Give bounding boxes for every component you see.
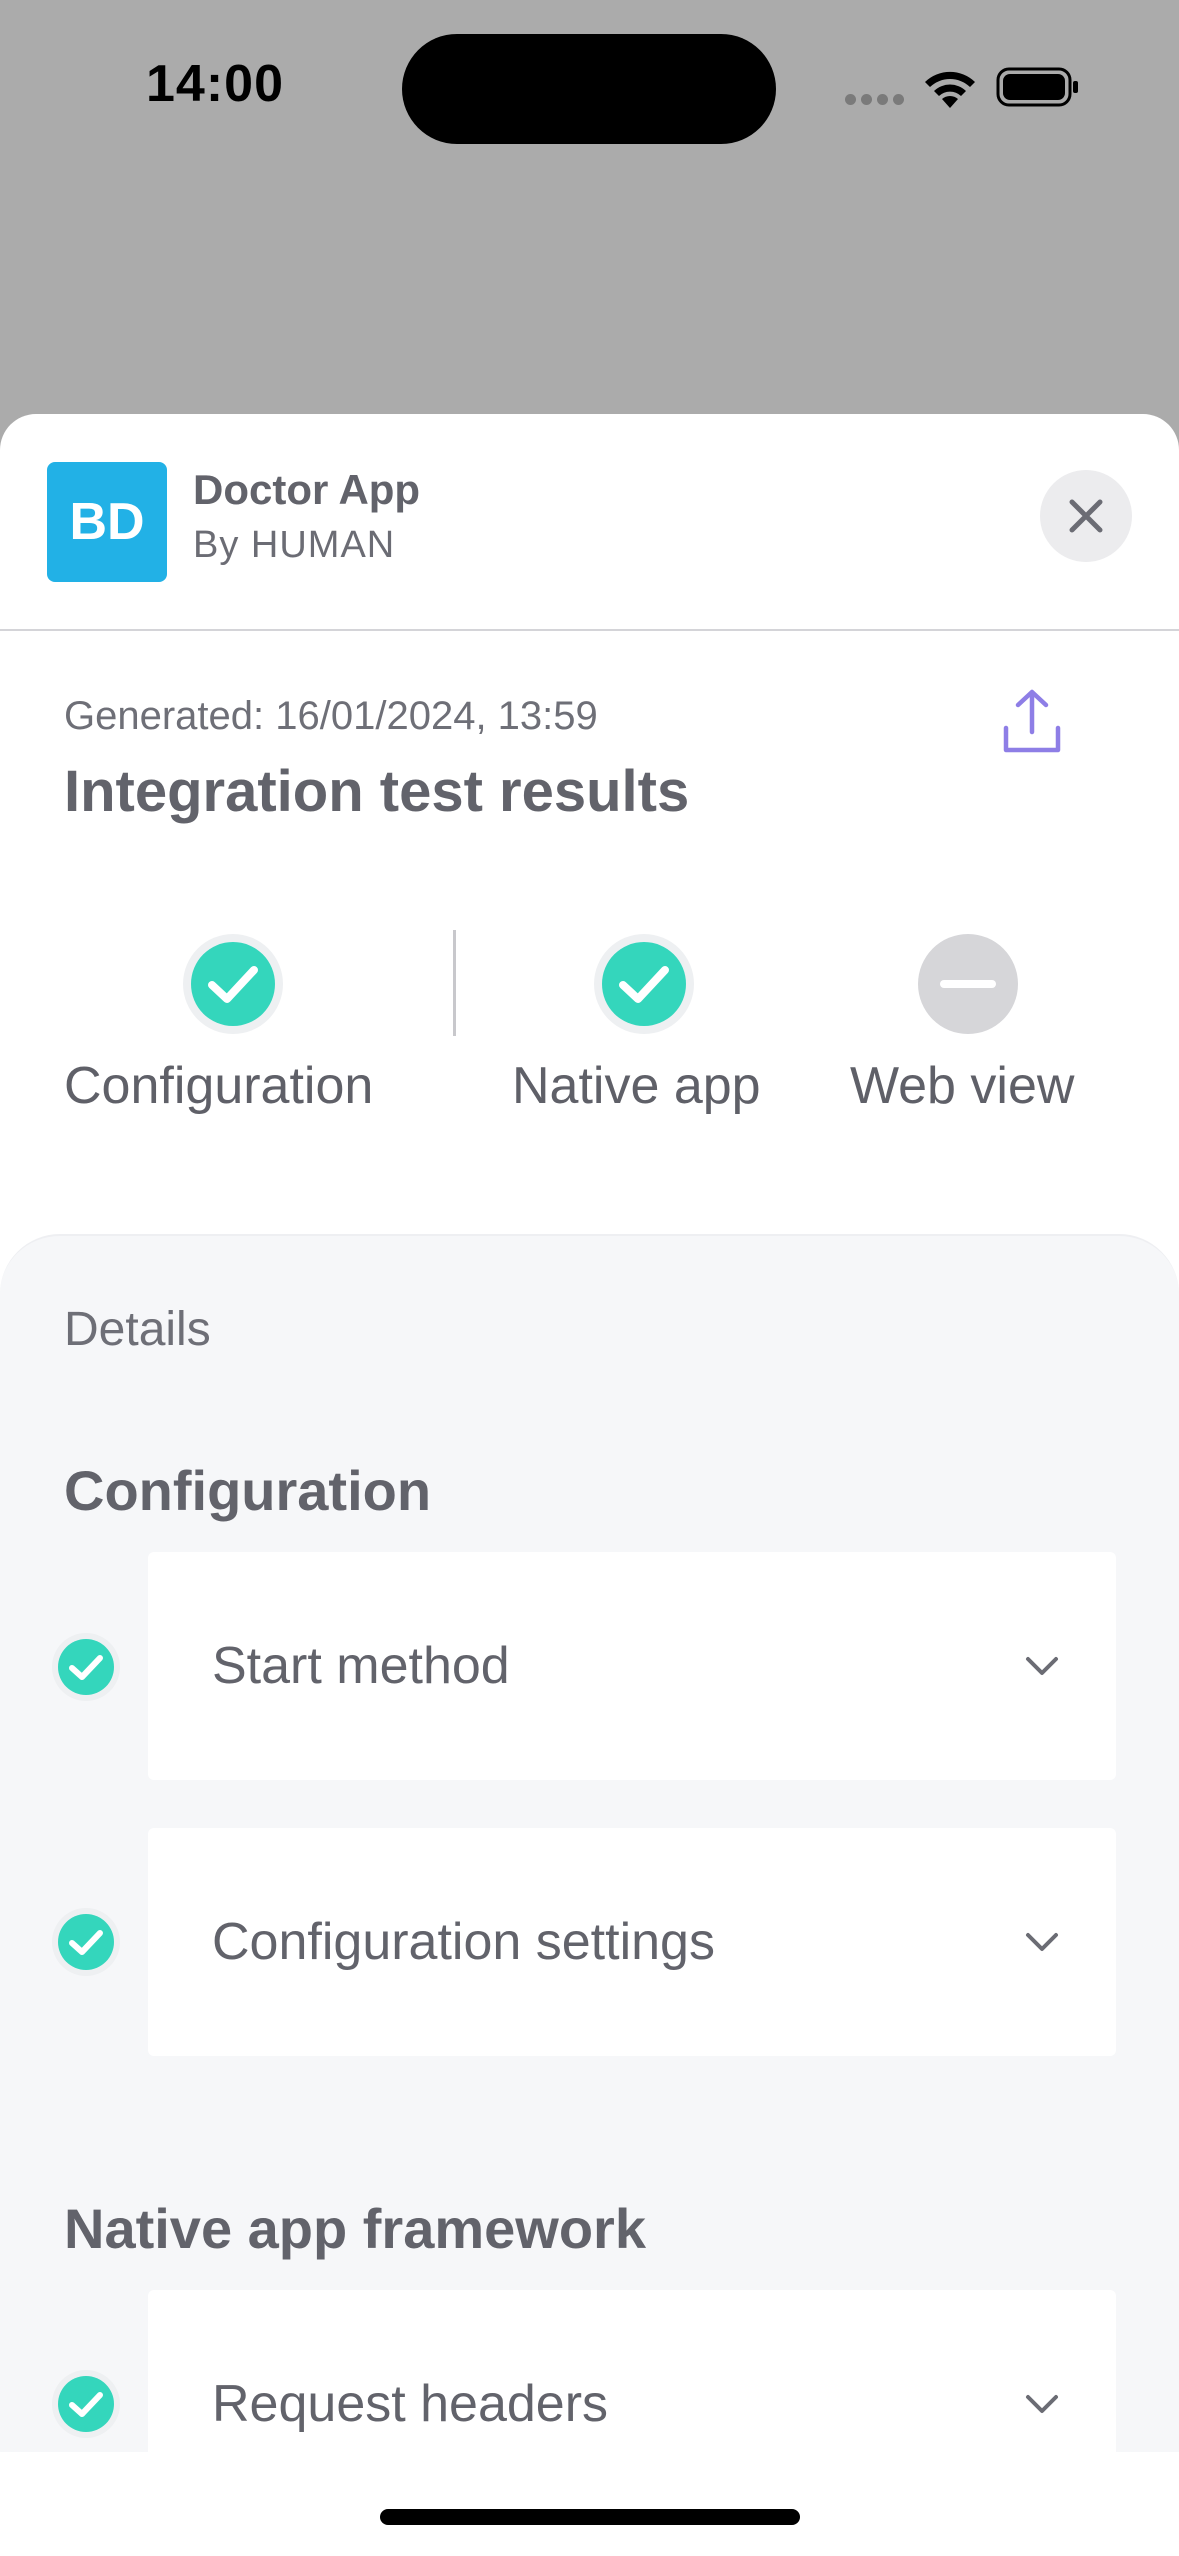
app-name: Doctor App [193, 466, 421, 513]
close-icon [1069, 499, 1103, 533]
results-sheet: BD Doctor App By HUMAN Generated: 16/01/… [0, 414, 1179, 2556]
details-label: Details [64, 1303, 211, 1356]
summary-label-configuration: Configuration [64, 1057, 374, 1115]
status-bar: 14:00 [0, 0, 1179, 180]
chevron-down-icon [1026, 1933, 1058, 1951]
check-circle-icon [52, 1633, 120, 1701]
generated-timestamp: Generated: 16/01/2024, 13:59 [64, 694, 598, 738]
accordion-start-method[interactable]: Start method [148, 1552, 1116, 1780]
summary-label-web-view: Web view [850, 1057, 1075, 1115]
chevron-down-icon [1026, 1657, 1058, 1675]
share-icon[interactable] [996, 686, 1068, 758]
status-time: 14:00 [146, 55, 284, 113]
accordion-label: Configuration settings [212, 1913, 715, 1971]
battery-icon [996, 67, 1078, 107]
app-author: By HUMAN [193, 524, 396, 566]
section-heading-configuration: Configuration [64, 1459, 432, 1522]
chevron-down-icon [1026, 2395, 1058, 2413]
accordion-label: Start method [212, 1637, 510, 1695]
close-button[interactable] [1040, 470, 1132, 562]
home-indicator[interactable] [380, 2509, 800, 2525]
check-circle-icon [52, 2370, 120, 2438]
check-circle-icon [183, 934, 283, 1034]
accordion-label: Request headers [212, 2375, 609, 2433]
check-circle-icon [594, 934, 694, 1034]
accordion-configuration-settings[interactable]: Configuration settings [148, 1828, 1116, 2056]
page-title: Integration test results [64, 759, 690, 824]
bottom-bar [0, 2452, 1179, 2556]
dynamic-island [402, 34, 776, 144]
sheet-header: BD Doctor App By HUMAN [0, 414, 1179, 631]
check-circle-icon [52, 1908, 120, 1976]
app-logo: BD [47, 462, 167, 582]
summary-label-native-app: Native app [512, 1057, 761, 1115]
cellular-signal-icon [845, 94, 905, 106]
summary-divider [453, 930, 456, 1036]
wifi-icon [925, 71, 975, 108]
minus-circle-icon [918, 934, 1018, 1034]
section-heading-native-app-framework: Native app framework [64, 2197, 646, 2260]
